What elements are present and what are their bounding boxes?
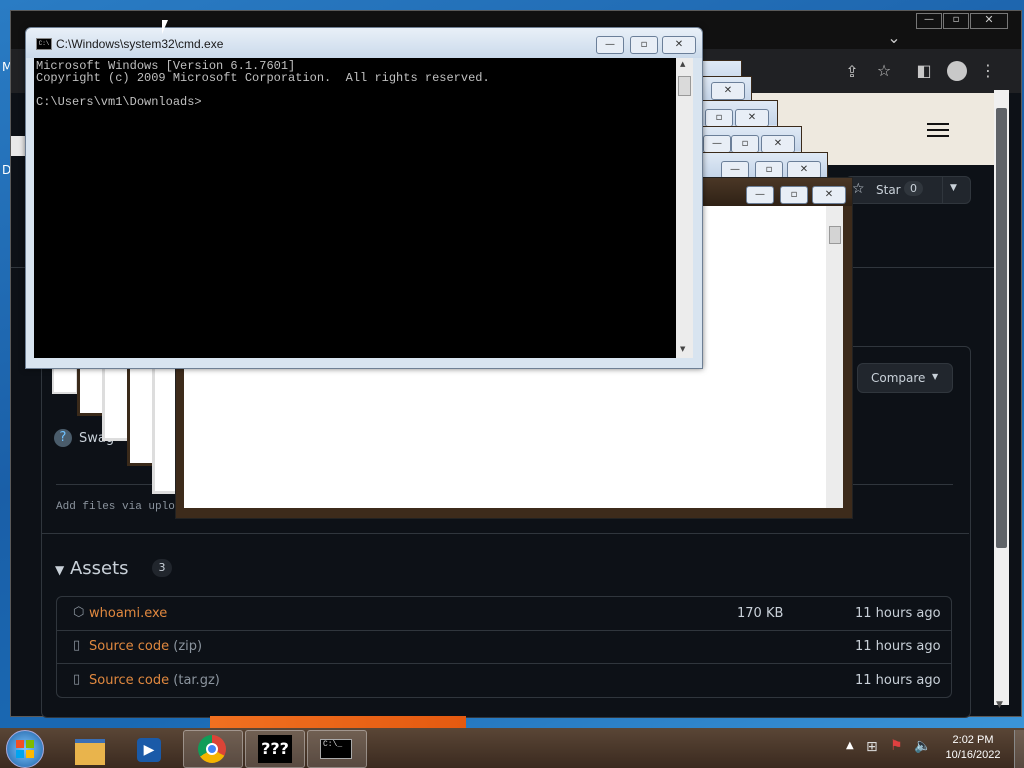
share-icon[interactable]: ⇪: [841, 62, 863, 81]
file-zip-icon: ▯: [73, 638, 81, 653]
scroll-down-arrow-icon[interactable]: ▼: [680, 345, 685, 353]
maximize-button[interactable]: ▫: [705, 109, 733, 127]
profile-avatar-icon[interactable]: [947, 61, 967, 81]
vertical-scrollbar[interactable]: [826, 206, 843, 508]
upload-hint-text: Add files via uplo: [56, 501, 175, 513]
assets-heading-label: Assets: [69, 558, 129, 579]
star-label: Star: [876, 183, 901, 197]
page-edge-strip: [11, 136, 25, 156]
minimize-button[interactable]: —: [916, 13, 942, 29]
window-trail: [52, 360, 184, 500]
package-icon: ⬡: [73, 605, 85, 620]
console-prompt: C:\Users\vm1\Downloads>: [36, 95, 202, 109]
hamburger-menu-icon[interactable]: [927, 123, 949, 139]
maximize-button[interactable]: ▫: [943, 13, 969, 29]
chevron-down-icon[interactable]: ⌄: [883, 28, 905, 47]
asset-row: ▯ Source code (zip) 11 hours ago: [56, 630, 952, 664]
maximize-button[interactable]: ▫: [630, 36, 658, 54]
asset-time: 11 hours ago: [855, 673, 941, 688]
bookmark-star-icon[interactable]: ☆: [873, 61, 895, 80]
explorer-icon: [75, 739, 105, 765]
cmd-titlebar[interactable]: C:\ C:\Windows\system32\cmd.exe — ▫ ✕: [26, 28, 702, 58]
compare-button[interactable]: Compare ▼: [857, 363, 953, 393]
unknown-app-icon: ???: [258, 735, 292, 763]
taskbar: ▶ ??? C:\_ ▲ ⊞ ⚑ 🔈: [0, 728, 1024, 768]
clock-time: 2:02 PM: [952, 734, 994, 746]
close-button[interactable]: ✕: [711, 82, 745, 100]
assets-count-badge: 3: [152, 559, 172, 577]
close-button[interactable]: ✕: [662, 36, 696, 54]
minimize-button[interactable]: —: [746, 186, 774, 204]
caret-down-icon: ▼: [932, 372, 939, 381]
media-player-icon: ▶: [137, 738, 161, 762]
network-icon[interactable]: ⊞: [866, 739, 878, 755]
cmd-window[interactable]: C:\ C:\Windows\system32\cmd.exe — ▫ ✕ Mi…: [25, 27, 703, 369]
cmd-vertical-scrollbar[interactable]: ▲ ▼: [676, 58, 693, 358]
cmd-icon: C:\_: [320, 739, 352, 759]
maximize-button[interactable]: ▫: [780, 186, 808, 204]
taskbar-cmd-button[interactable]: C:\_: [307, 730, 367, 768]
star-count-badge: 0: [904, 181, 923, 196]
asset-link[interactable]: whoami.exe: [89, 606, 167, 621]
mouse-cursor-icon: [162, 20, 168, 34]
asset-row: ⬡ whoami.exe 170 KB 11 hours ago: [56, 596, 952, 631]
asset-size: 170 KB: [737, 606, 784, 621]
console-line: Copyright (c) 2009 Microsoft Corporation…: [36, 71, 490, 85]
desktop-strip: [210, 716, 466, 728]
taskbar-chrome-button[interactable]: [183, 730, 243, 768]
cmd-console-output[interactable]: Microsoft Windows [Version 6.1.7601] Copy…: [34, 58, 676, 358]
maximize-button[interactable]: ▫: [731, 135, 759, 153]
taskbar-clock[interactable]: 2:02 PM 10/16/2022: [938, 733, 1008, 763]
action-center-icon[interactable]: ⚑: [890, 738, 903, 754]
cmd-window-title: C:\Windows\system32\cmd.exe: [56, 37, 224, 51]
divider: [41, 533, 969, 534]
taskbar-media-player-button[interactable]: ▶: [120, 730, 180, 768]
clock-date: 10/16/2022: [945, 749, 1001, 761]
show-desktop-button[interactable]: [1014, 730, 1024, 768]
star-icon: ☆: [852, 181, 865, 197]
compare-label: Compare: [871, 371, 926, 385]
more-menu-icon[interactable]: ⋮: [977, 61, 999, 80]
chrome-icon: [198, 735, 226, 763]
close-button[interactable]: ✕: [735, 109, 769, 127]
triangle-down-icon: ▼: [55, 563, 65, 577]
close-button[interactable]: ✕: [970, 13, 1008, 29]
cmd-icon: C:\: [36, 38, 52, 50]
assets-heading[interactable]: ▼ Assets: [55, 558, 129, 579]
taskbar-explorer-button[interactable]: [60, 730, 120, 768]
taskbar-unknown-app-button[interactable]: ???: [245, 730, 305, 768]
close-button[interactable]: ✕: [761, 135, 795, 153]
start-button[interactable]: [6, 730, 44, 768]
volume-icon[interactable]: 🔈: [914, 738, 931, 754]
scrollbar-thumb[interactable]: [678, 76, 691, 96]
asset-row: ▯ Source code (tar.gz) 11 hours ago: [56, 664, 952, 698]
asset-time: 11 hours ago: [855, 639, 941, 654]
asset-link[interactable]: Source code (zip): [89, 639, 202, 654]
caret-down-icon[interactable]: ▼: [950, 183, 957, 193]
close-button[interactable]: ✕: [812, 186, 846, 204]
scroll-up-arrow-icon[interactable]: ▲: [680, 60, 685, 68]
star-button[interactable]: ☆ Star 0 ▼: [845, 176, 971, 204]
file-zip-icon: ▯: [73, 672, 81, 687]
asset-time: 11 hours ago: [855, 606, 941, 621]
browser-scrollbar-thumb[interactable]: [996, 108, 1007, 548]
side-panel-icon[interactable]: ◧: [913, 61, 935, 80]
show-hidden-icons-icon[interactable]: ▲: [846, 740, 854, 751]
minimize-button[interactable]: —: [703, 135, 731, 153]
minimize-button[interactable]: —: [596, 36, 624, 54]
asset-link[interactable]: Source code (tar.gz): [89, 673, 220, 688]
scroll-down-arrow-icon[interactable]: ▼: [996, 700, 1003, 710]
